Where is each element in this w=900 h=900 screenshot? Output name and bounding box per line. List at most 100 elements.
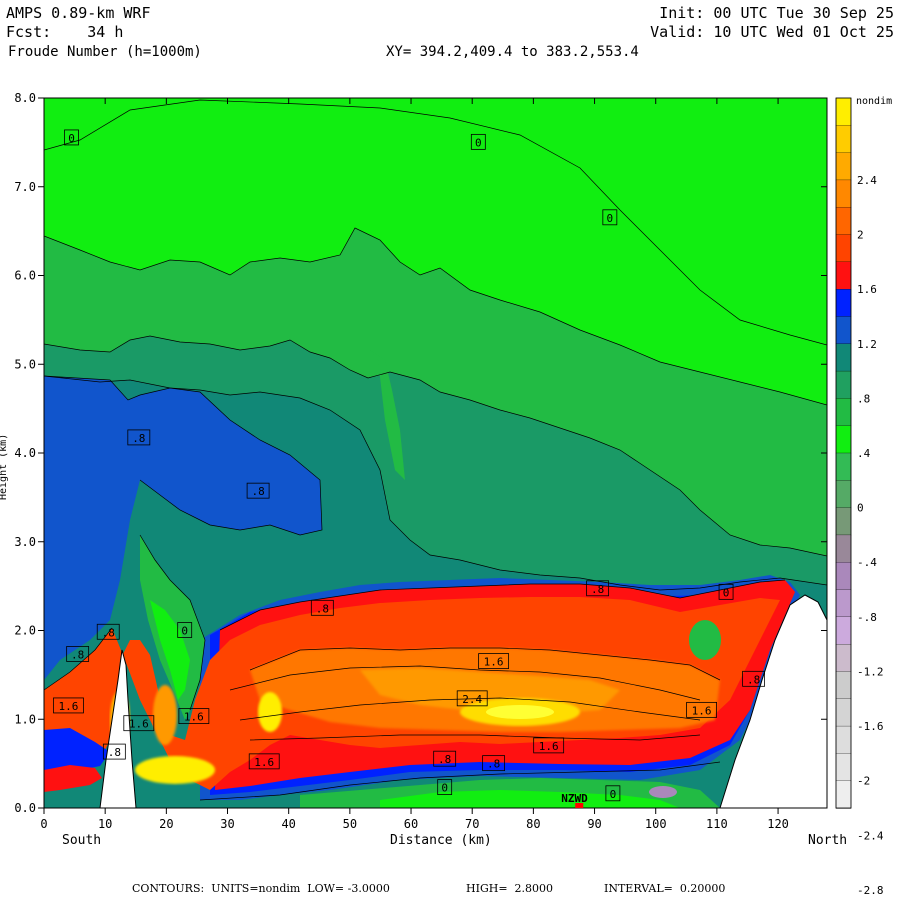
- x-tick-label: 60: [404, 817, 418, 831]
- colorbar-label: 1.6: [857, 283, 877, 296]
- x-tick-label: 40: [281, 817, 295, 831]
- contour-label: 1.6: [254, 756, 274, 769]
- colorbar-swatch: [835, 780, 852, 809]
- contour-label: 0: [610, 788, 617, 801]
- colorbar-swatch: [835, 207, 852, 236]
- colorbar-swatch: [835, 616, 852, 645]
- colorbar-swatch: [835, 316, 852, 345]
- colorbar-label: .8: [857, 392, 870, 405]
- colorbar-swatch: [835, 725, 852, 755]
- colorbar-label: 1.2: [857, 338, 877, 351]
- colorbar-label: -1.6: [857, 720, 884, 733]
- colorbar-unit: nondim: [856, 96, 892, 107]
- colorbar-swatch: [835, 152, 852, 181]
- fill-yellow-core-left: [135, 756, 215, 784]
- colorbar-swatch: [835, 261, 852, 290]
- contour-label: 1.6: [539, 740, 559, 753]
- fill-yellow-core-center-inner: [486, 705, 554, 719]
- contour-label: .8: [438, 753, 451, 766]
- contour-label: 1.6: [692, 704, 712, 717]
- y-tick-label: 8.0: [14, 91, 36, 105]
- page: AMPS 0.89-km WRF Fcst: 34 h Froude Numbe…: [0, 0, 900, 900]
- colorbar-label: -2.4: [857, 829, 884, 842]
- colorbar-swatch: [835, 370, 852, 400]
- contour-label: 0: [441, 782, 448, 795]
- station-label: NZWD: [561, 792, 588, 805]
- colorbar: [835, 97, 852, 809]
- colorbar-label: 2: [857, 229, 864, 242]
- x-axis-title: Distance (km): [390, 833, 492, 848]
- colorbar-swatch: [835, 753, 852, 782]
- colorbar-swatch: [835, 698, 852, 727]
- colorbar-label: 0: [857, 502, 864, 515]
- fill-orange-core-mid: [153, 685, 177, 745]
- contour-label: .8: [108, 746, 121, 759]
- colorbar-swatch: [835, 671, 852, 700]
- contour-label: 2.4: [462, 693, 482, 706]
- colorbar-swatch: [835, 534, 852, 563]
- x-tick-label: 10: [98, 817, 112, 831]
- contour-label: 0: [607, 212, 614, 225]
- fill-negative-patch: [649, 786, 677, 798]
- colorbar-swatch: [835, 480, 852, 509]
- footer-contours: CONTOURS: UNITS=nondim LOW= -3.0000: [132, 882, 390, 895]
- contour-label: 1.6: [129, 718, 149, 731]
- contour-label: .8: [316, 602, 329, 615]
- x-tick-label: 30: [220, 817, 234, 831]
- colorbar-swatch: [835, 452, 852, 481]
- contour-label: 1.6: [484, 656, 504, 669]
- colorbar-label: -.4: [857, 556, 877, 569]
- colorbar-swatch: [835, 562, 852, 591]
- contour-label: .8: [102, 626, 115, 639]
- colorbar-labels: 2.4 2 1.6 1.2 .8 .4 0 -.4 -.8 -1.2 -1.6 -2 -2.4 -2.8: [857, 174, 884, 897]
- colorbar-label: -2: [857, 775, 870, 788]
- x-right-label: North: [808, 833, 848, 848]
- footer-interval: INTERVAL= 0.20000: [604, 882, 726, 895]
- colorbar-label: -1.2: [857, 665, 884, 678]
- y-axis-title: Height (km): [0, 433, 9, 500]
- y-tick-label: 5.0: [14, 357, 36, 371]
- colorbar-swatch: [835, 125, 852, 154]
- x-tick-label: 120: [767, 817, 789, 831]
- fill-yellow-core-mid: [258, 692, 282, 732]
- colorbar-label: .4: [857, 447, 871, 460]
- contour-label: .8: [487, 758, 500, 771]
- contour-label: .8: [132, 432, 145, 445]
- colorbar-label: 2.4: [857, 174, 877, 187]
- colorbar-swatch: [835, 97, 852, 126]
- colorbar-swatch: [835, 343, 852, 372]
- y-tick-label: 0.0: [14, 801, 36, 815]
- colorbar-swatch: [835, 644, 852, 673]
- x-tick-label: 50: [343, 817, 357, 831]
- x-tick-label: 90: [587, 817, 601, 831]
- colorbar-label: -.8: [857, 611, 877, 624]
- footer-high: HIGH= 2.8000: [466, 882, 554, 895]
- colorbar-swatch: [835, 507, 852, 536]
- y-tick-label: 7.0: [14, 180, 36, 194]
- colorbar-swatch: [835, 289, 852, 318]
- x-tick-label: 110: [706, 817, 728, 831]
- froude-cross-section-plot: 0 10 20 30 40 50 60 70 80 90 100 110 120 0.01.02.03.…: [14, 91, 892, 897]
- y-tick-label: 3.0: [14, 535, 36, 549]
- contour-label: .8: [747, 673, 760, 686]
- x-tick-label: 0: [40, 817, 47, 831]
- y-tick-label: 2.0: [14, 624, 36, 638]
- colorbar-label: -2.8: [857, 884, 884, 897]
- x-tick-label: 20: [159, 817, 173, 831]
- y-tick-label: 6.0: [14, 269, 36, 283]
- colorbar-swatch: [835, 425, 852, 454]
- contour-fill-layers: [44, 98, 827, 808]
- x-tick-label: 80: [526, 817, 540, 831]
- colorbar-swatch: [835, 234, 852, 263]
- colorbar-swatch: [835, 398, 852, 427]
- contour-label: 0: [181, 625, 188, 638]
- colorbar-swatch: [835, 179, 852, 208]
- colorbar-swatch: [835, 589, 852, 618]
- contour-label: 0: [68, 132, 75, 145]
- contour-label: .8: [251, 485, 264, 498]
- y-tick-label: 4.0: [14, 446, 36, 460]
- contour-label: 1.6: [184, 711, 204, 724]
- contour-label: .8: [71, 648, 84, 661]
- y-tick-label: 1.0: [14, 712, 36, 726]
- x-tick-label: 100: [645, 817, 667, 831]
